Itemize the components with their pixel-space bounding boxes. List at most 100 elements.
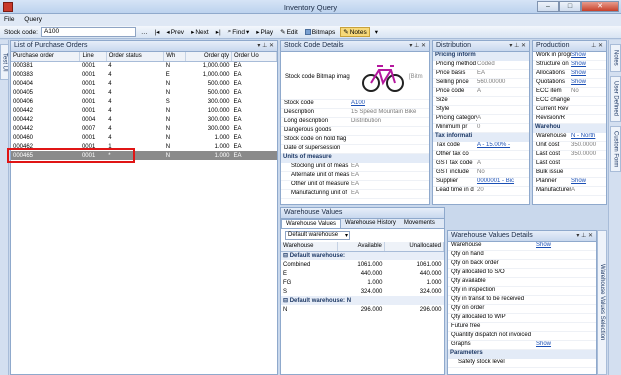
tab-user-defined[interactable]: User Defined xyxy=(610,76,621,122)
bike-image xyxy=(362,65,404,92)
col-header[interactable]: Order Uo xyxy=(231,52,277,62)
edit-button[interactable]: ✎ Edit xyxy=(278,28,300,37)
pin-icon[interactable]: ⊥ ✕ xyxy=(591,42,603,49)
detail-row: Lead time in d 20 xyxy=(433,187,529,196)
next-button[interactable]: ▸ Next xyxy=(189,28,211,37)
notes-button[interactable]: ✎ Notes xyxy=(340,27,370,37)
tab-test-ui[interactable]: Test UI xyxy=(0,44,9,80)
table-row[interactable]: E 440.000 440.000 xyxy=(281,269,444,278)
detail-key: Qty allocated to WIP xyxy=(451,314,506,320)
play-button[interactable]: ▸ Play xyxy=(254,28,275,37)
table-row[interactable]: 000442 0004 4 N 300.000 EA xyxy=(11,115,277,124)
table-cell: 000405 xyxy=(13,89,34,96)
detail-key: Qty allocated to S/O xyxy=(451,269,505,275)
parameters-section[interactable]: Parameters xyxy=(448,350,596,359)
detail-key: Graphs xyxy=(451,341,471,347)
table-row[interactable]: N 296.000 296.000 xyxy=(281,305,444,314)
table-row[interactable]: 000406 0001 4 S 300.000 EA xyxy=(11,97,277,106)
warehouse-values-details-panel: Warehouse Values Details ▾ ⊥ ✕ Warehouse… xyxy=(447,230,597,375)
detail-row: ECC item No xyxy=(533,88,606,97)
units-of-measure-section[interactable]: Units of measure xyxy=(281,154,429,163)
table-cell: N xyxy=(165,62,171,69)
table-cell: EA xyxy=(231,151,277,160)
table-row[interactable]: 000405 0001 4 N 500.000 EA xyxy=(11,88,277,97)
prev-button[interactable]: ◂ Prev xyxy=(164,28,186,37)
tab-warehouse-values-selection[interactable]: Warehouse Values Selection xyxy=(597,230,607,375)
col-available[interactable]: Available xyxy=(337,242,385,252)
purchase-orders-table: Purchase order Line Order status Wh Order qt… xyxy=(11,52,277,160)
warehouse-section[interactable]: Warehou xyxy=(533,124,606,133)
browse-button[interactable]: … xyxy=(139,29,150,36)
detail-value[interactable]: Show xyxy=(571,79,606,87)
detail-value xyxy=(351,136,429,144)
tab-custom-form[interactable]: Custom Form xyxy=(610,126,621,172)
toolbar: Stock code: A100 … |◂ ◂ Prev ▸ Next ▸| ⌕… xyxy=(0,26,621,39)
table-row[interactable]: 000404 0001 4 N 500.000 EA xyxy=(11,79,277,88)
pin-icon[interactable]: ▾ ⊥ ✕ xyxy=(509,42,526,49)
tab-warehouse-values[interactable]: Warehouse Values xyxy=(281,219,342,228)
tax-section[interactable]: Tax informati xyxy=(433,133,529,142)
table-row[interactable]: 000383 0001 4 E 1,000.000 EA xyxy=(11,70,277,79)
detail-key: Last cost xyxy=(536,151,561,157)
table-row[interactable]: FG 1.000 1.000 xyxy=(281,278,444,287)
last-button[interactable]: ▸| xyxy=(214,28,223,36)
table-cell: EA xyxy=(233,134,242,141)
detail-value[interactable]: Show xyxy=(536,242,596,250)
tab-warehouse-history[interactable]: Warehouse History xyxy=(341,219,400,228)
table-row[interactable]: 000381 0001 4 N 1,000.000 EA xyxy=(11,61,277,70)
table-row[interactable]: 000460 0001 4 N 1.000 EA xyxy=(11,133,277,142)
bitmaps-button[interactable]: Bitmaps xyxy=(303,29,337,36)
table-cell: 1.000 xyxy=(185,151,232,160)
table-row[interactable]: 000442 0001 4 N 100.000 EA xyxy=(11,106,277,115)
detail-value: 15 Speed Mountain Bike xyxy=(351,109,417,115)
detail-value[interactable]: A100 xyxy=(351,100,429,108)
tab-notes[interactable]: Notes xyxy=(610,44,621,72)
pin-icon[interactable]: ▾ ⊥ ✕ xyxy=(409,42,426,49)
warehouse-dropdown[interactable]: Default warehouse ▾ xyxy=(285,231,350,240)
stock-code-input[interactable]: A100 xyxy=(40,27,136,37)
col-header[interactable]: Order qty xyxy=(185,52,232,62)
col-warehouse[interactable]: Warehouse xyxy=(281,242,338,252)
table-cell: 324.000 xyxy=(360,288,383,295)
menu-query[interactable]: Query xyxy=(20,14,46,25)
detail-key: ECC item xyxy=(536,88,562,94)
group-row[interactable]: ⊟ Default warehouse: xyxy=(281,251,444,260)
pin-icon[interactable]: ▾ ⊥ ✕ xyxy=(257,42,274,49)
first-button[interactable]: |◂ xyxy=(152,28,161,36)
detail-key: Quotations xyxy=(536,79,566,85)
detail-value[interactable]: N - North xyxy=(571,133,606,141)
bitmaps-label: Bitmaps xyxy=(311,28,336,36)
table-row[interactable]: S 324.000 324.000 xyxy=(281,287,444,296)
detail-value: Distribution xyxy=(351,118,382,124)
toolbar-dropdown[interactable]: ▾ xyxy=(373,28,380,36)
maximize-icon[interactable]: □ xyxy=(559,1,581,12)
detail-key: Other tax co xyxy=(436,151,469,157)
minimize-icon[interactable]: – xyxy=(537,1,559,12)
detail-row: Style xyxy=(433,106,529,115)
menu-file[interactable]: File xyxy=(0,14,18,25)
col-header[interactable]: Order status xyxy=(106,52,165,62)
detail-row: Qty in inspection xyxy=(448,287,596,296)
detail-value[interactable]: A - 15.00% - xyxy=(477,142,529,150)
group-row[interactable]: ⊟ Default warehouse: N xyxy=(281,296,444,305)
detail-value[interactable]: Show xyxy=(571,52,606,60)
detail-value[interactable]: 0000001 - Bic xyxy=(477,178,529,186)
detail-key: Manufacturing unit of xyxy=(291,190,348,196)
table-row[interactable]: Combined 1061.000 1061.000 xyxy=(281,260,444,269)
close-icon[interactable]: ✕ xyxy=(581,1,619,12)
col-header[interactable]: Line xyxy=(79,52,107,62)
detail-value[interactable]: Show xyxy=(571,61,606,69)
table-cell: EA xyxy=(233,71,242,78)
col-unallocated[interactable]: Unallocated xyxy=(384,242,444,252)
pin-icon[interactable]: ▾ ⊥ ✕ xyxy=(576,232,593,239)
group-label: ⊟ Default warehouse: xyxy=(281,251,444,260)
tab-movements[interactable]: Movements xyxy=(400,219,439,228)
pricing-section[interactable]: Pricing inform xyxy=(433,52,529,61)
detail-value[interactable]: Show xyxy=(571,70,606,78)
detail-value[interactable]: Show xyxy=(536,341,596,349)
detail-value[interactable]: Show xyxy=(571,178,606,186)
col-header[interactable]: Purchase order xyxy=(11,52,81,62)
col-header[interactable]: Wh xyxy=(163,52,186,62)
find-button[interactable]: ⌕ Find ▾ xyxy=(226,28,252,36)
table-row[interactable]: 000442 0007 4 N 300.000 EA xyxy=(11,124,277,133)
